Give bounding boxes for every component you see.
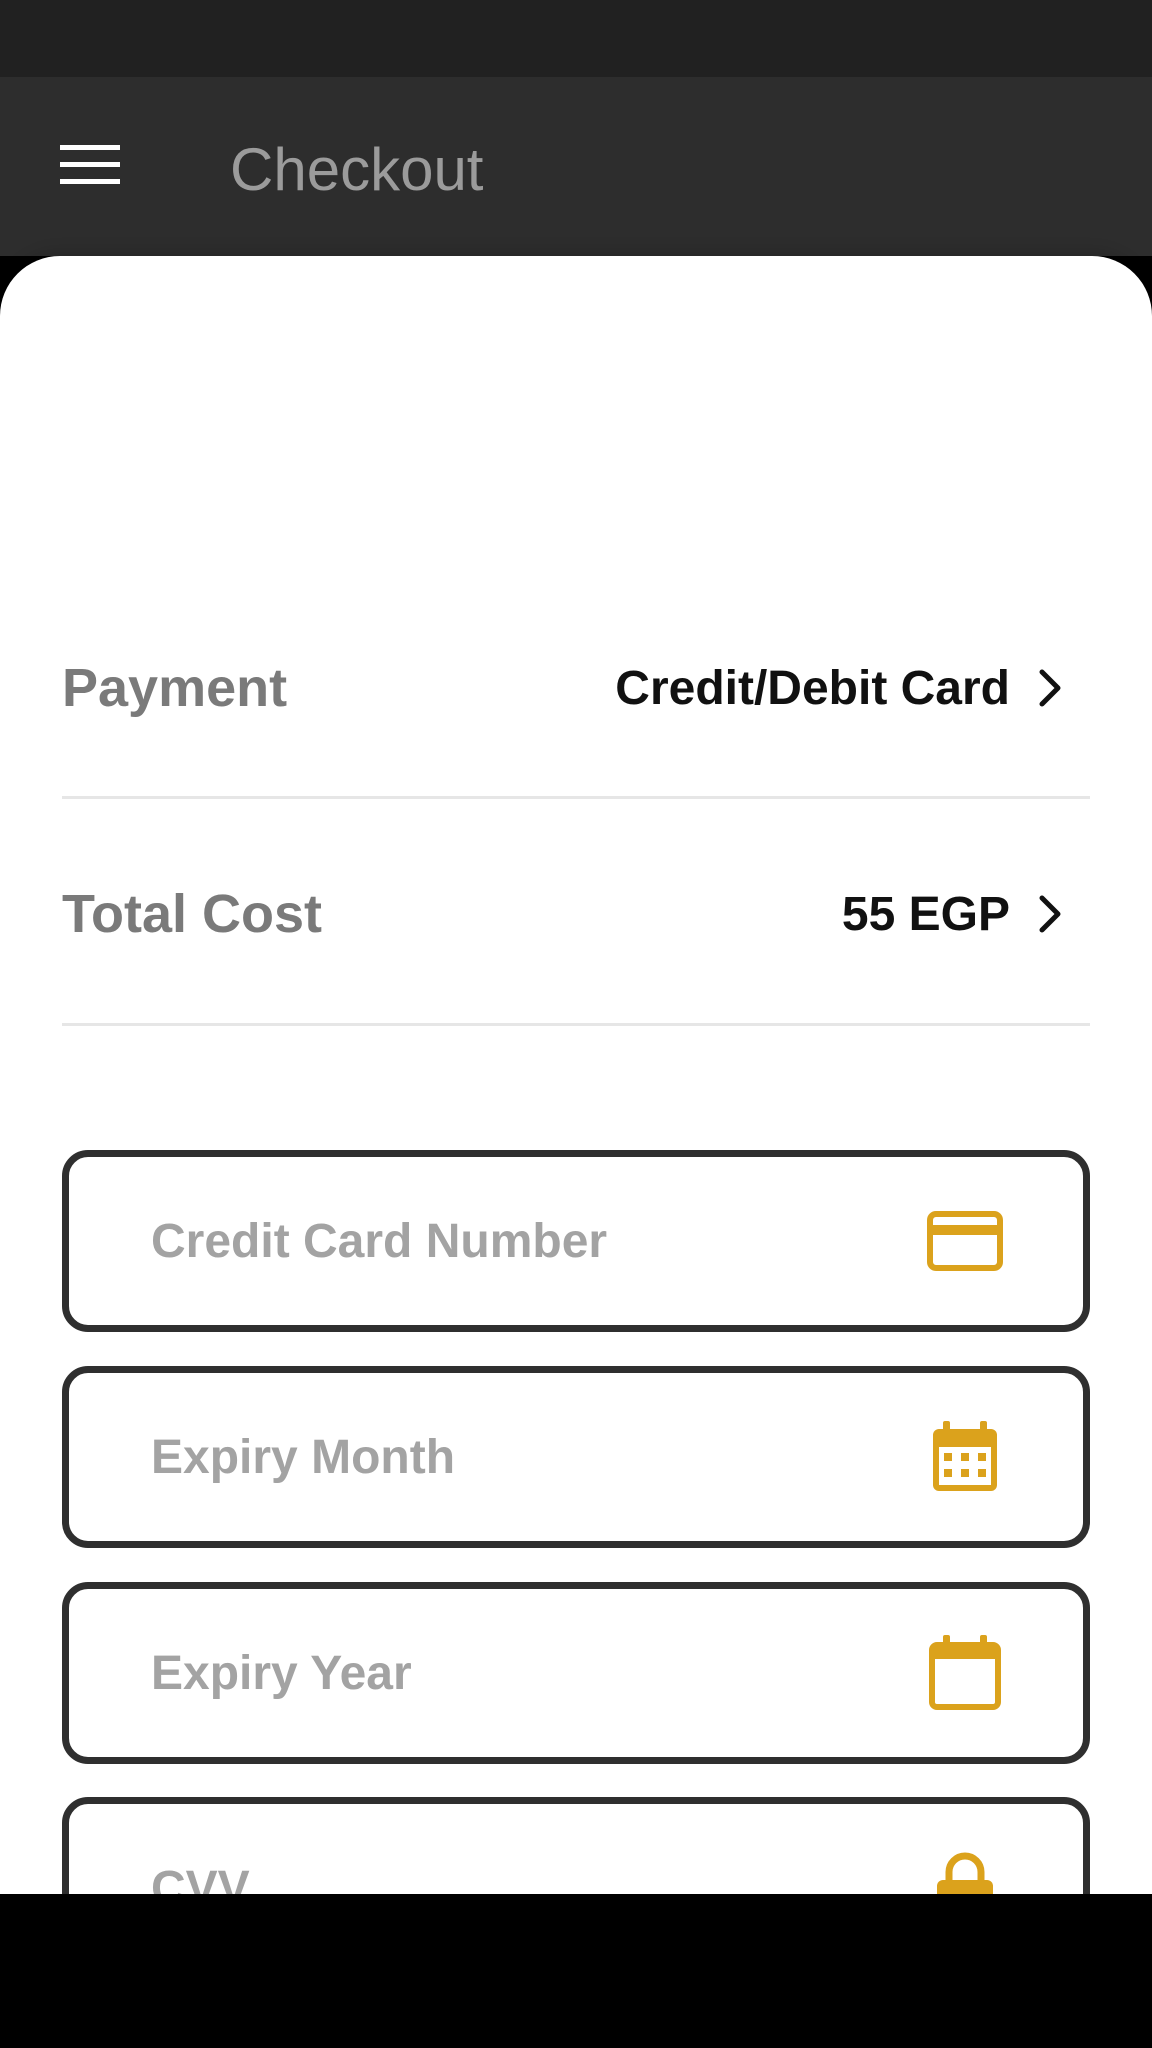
app-bar [0,77,1152,256]
calendar-month-icon [927,1419,1003,1495]
expiry-year-input[interactable] [151,1589,911,1757]
payment-row[interactable]: Payment Credit/Debit Card [62,633,1090,743]
calendar-icon [927,1635,1003,1711]
expiry-year-field[interactable] [62,1582,1090,1764]
credit-card-icon [927,1203,1003,1279]
total-cost-value: 55 EGP [841,887,1010,941]
payment-label: Payment [62,658,288,718]
expiry-month-field[interactable] [62,1366,1090,1548]
card-number-input[interactable] [151,1157,911,1325]
card-number-field[interactable] [62,1150,1090,1332]
checkout-content: Payment Credit/Debit Card Total Cost 55 … [0,256,1152,1894]
divider [62,796,1090,799]
hamburger-menu-icon [60,143,120,192]
menu-button[interactable] [40,117,140,217]
total-cost-label: Total Cost [62,884,322,944]
chevron-right-icon [1030,894,1070,934]
page-title: Checkout [230,136,484,203]
cvv-input[interactable] [151,1804,911,1894]
total-cost-row[interactable]: Total Cost 55 EGP [62,859,1090,969]
status-bar [0,0,1152,77]
chevron-right-icon [1030,668,1070,708]
payment-value: Credit/Debit Card [615,661,1010,715]
cvv-field[interactable] [62,1797,1090,1894]
lock-icon [927,1850,1003,1894]
navigation-bar [0,1894,1152,2048]
divider [62,1023,1090,1026]
expiry-month-input[interactable] [151,1373,911,1541]
